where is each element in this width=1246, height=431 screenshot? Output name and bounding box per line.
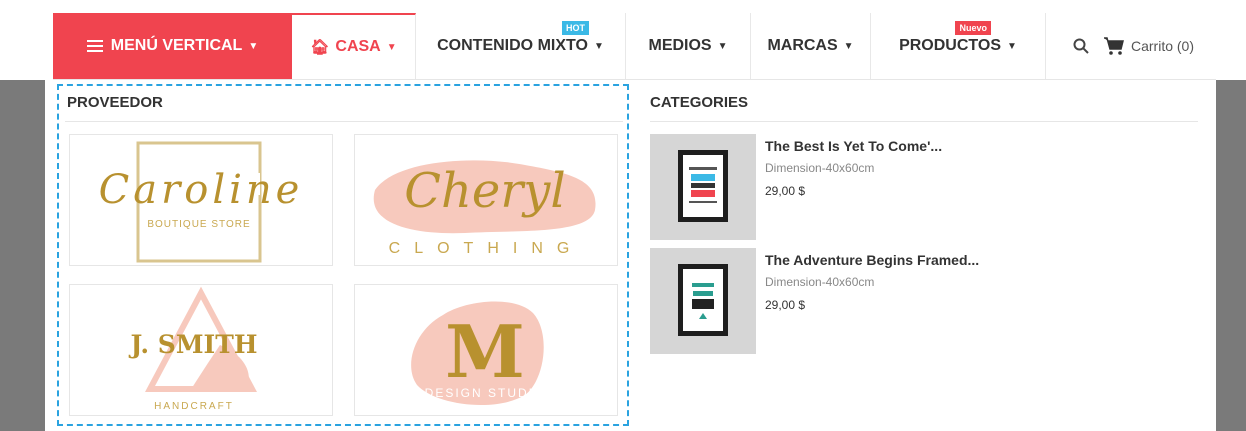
search-icon[interactable] — [1073, 38, 1089, 54]
chevron-down-icon: ▼ — [717, 40, 728, 52]
nav-item-brands[interactable]: MARCAS ▼ — [751, 13, 871, 79]
framed-poster-image — [678, 264, 728, 336]
main-navigation: MENÚ VERTICAL ▼ 🏠︎ CASA ▼ HOT CONTENIDO … — [53, 13, 1216, 80]
caroline-logo-tagline: BOUTIQUE STORE — [147, 219, 250, 230]
cheryl-logo-tagline: CLOTHING — [389, 240, 584, 257]
supplier-logo-m-design[interactable]: M DESIGN STUDIO — [354, 284, 618, 416]
nav-item-home[interactable]: 🏠︎ CASA ▼ — [292, 13, 416, 79]
nav-item-media-label: MEDIOS — [648, 37, 712, 54]
product-dimension: Dimension-40x60cm — [765, 275, 875, 289]
nav-item-home-label: CASA — [335, 38, 381, 55]
page-background-right — [1216, 80, 1246, 431]
caroline-logo-name: Caroline — [99, 167, 304, 213]
product-item[interactable]: The Best Is Yet To Come'... Dimension-40… — [650, 134, 1198, 240]
new-badge: Nuevo — [955, 21, 991, 35]
vertical-menu-button[interactable]: MENÚ VERTICAL ▼ — [53, 13, 292, 79]
home-icon: 🏠︎ — [310, 39, 330, 56]
mega-menu-panel: PROVEEDOR Caroline BOUTIQUE STORE Cheryl… — [45, 80, 1216, 431]
caroline-logo: Caroline BOUTIQUE STORE — [99, 141, 304, 263]
m-logo-letter: M — [445, 309, 525, 394]
cheryl-logo: Cheryl CLOTHING — [373, 160, 596, 257]
product-thumbnail[interactable] — [650, 134, 756, 240]
chevron-down-icon: ▼ — [843, 40, 854, 52]
nav-item-products[interactable]: Nuevo PRODUCTOS ▼ — [871, 13, 1046, 79]
nav-item-brands-label: MARCAS — [767, 37, 838, 54]
hot-badge: HOT — [562, 21, 589, 35]
cheryl-logo-name: Cheryl — [404, 163, 565, 219]
jsmith-logo: J. SMITH HANDCRAFT — [129, 286, 258, 412]
page-background-left — [0, 80, 45, 431]
supplier-logo-cheryl[interactable]: Cheryl CLOTHING — [354, 134, 618, 266]
cart-link[interactable]: Carrito (0) — [1131, 38, 1194, 54]
product-thumbnail[interactable] — [650, 248, 756, 354]
nav-item-products-label: PRODUCTOS — [899, 37, 1002, 54]
m-design-logo: M DESIGN STUDIO — [411, 301, 546, 406]
product-name[interactable]: The Best Is Yet To Come'... — [765, 138, 942, 154]
divider — [65, 121, 623, 122]
nav-item-mixed-label: CONTENIDO MIXTO — [437, 37, 588, 54]
product-price: 29,00 $ — [765, 184, 806, 198]
header-tools: Carrito (0) — [1061, 13, 1194, 79]
supplier-logo-caroline[interactable]: Caroline BOUTIQUE STORE — [69, 134, 333, 266]
chevron-down-icon: ▼ — [248, 40, 259, 52]
product-item[interactable]: The Adventure Begins Framed... Dimension… — [650, 248, 1198, 354]
categories-section-title: CATEGORIES — [650, 94, 749, 111]
chevron-down-icon: ▼ — [593, 40, 604, 52]
framed-poster-image — [678, 150, 728, 222]
jsmith-logo-name: J. SMITH — [129, 330, 258, 359]
supplier-logo-jsmith[interactable]: J. SMITH HANDCRAFT — [69, 284, 333, 416]
jsmith-logo-tagline: HANDCRAFT — [154, 401, 234, 412]
vertical-menu-label: MENÚ VERTICAL — [110, 37, 243, 54]
product-name[interactable]: The Adventure Begins Framed... — [765, 252, 979, 268]
supplier-section-title: PROVEEDOR — [67, 94, 163, 111]
nav-item-mixed-content[interactable]: HOT CONTENIDO MIXTO ▼ — [416, 13, 626, 79]
chevron-down-icon: ▼ — [1007, 40, 1017, 52]
nav-item-media[interactable]: MEDIOS ▼ — [626, 13, 751, 79]
chevron-down-icon: ▼ — [386, 41, 397, 53]
hamburger-icon — [86, 40, 103, 52]
product-price: 29,00 $ — [765, 298, 806, 312]
product-dimension: Dimension-40x60cm — [765, 161, 875, 175]
m-logo-tagline: DESIGN STUDIO — [425, 386, 546, 400]
divider — [650, 121, 1198, 122]
cart-icon[interactable] — [1103, 36, 1125, 56]
